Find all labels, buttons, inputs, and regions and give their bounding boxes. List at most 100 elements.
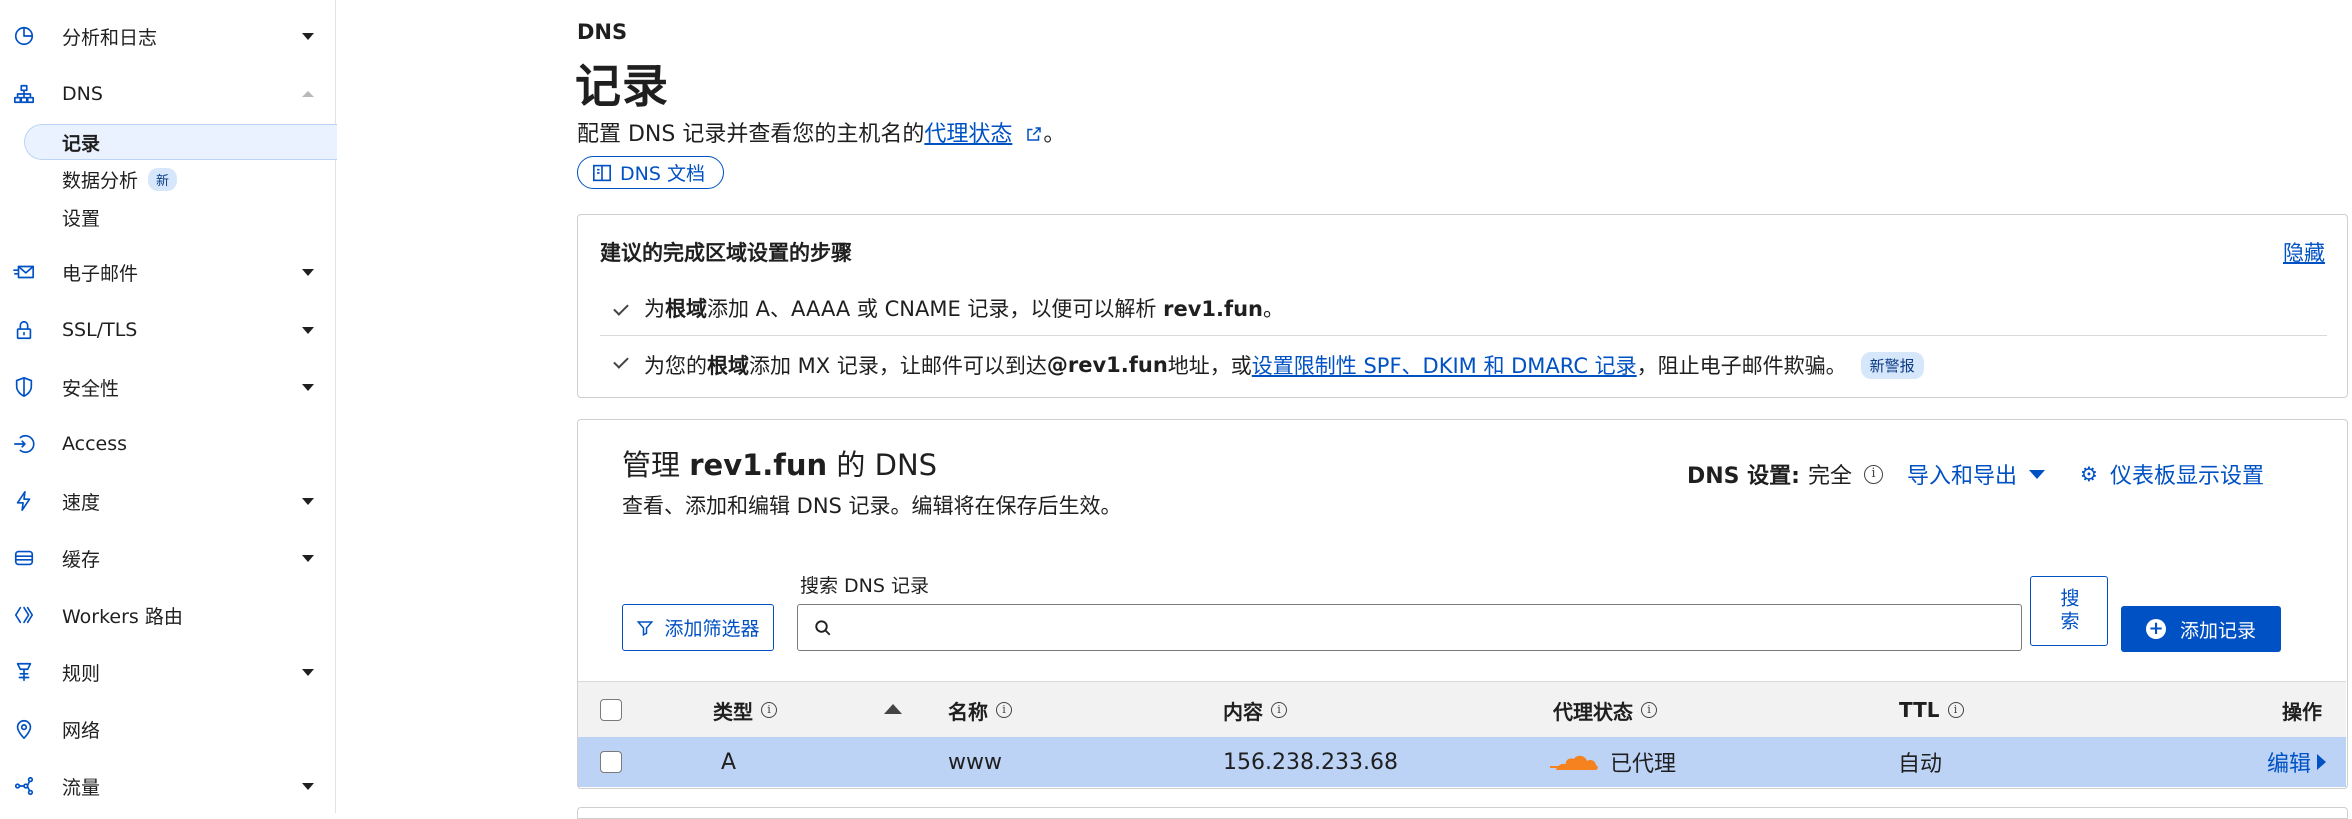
column-header-ttl[interactable]: TTL i <box>1899 682 1964 738</box>
sidebar-item-rules[interactable]: 规则 <box>0 648 336 696</box>
add-record-label: 添加记录 <box>2179 619 2256 642</box>
cell-content: 156.238.233.68 <box>1223 749 1398 775</box>
sidebar: 分析和日志 DNS 记录 数据分析新 设置 电子邮件 SSL/TLS 安全性 A… <box>0 0 337 813</box>
cell-proxy-status: 已代理 <box>1548 737 1676 787</box>
sidebar-item-security[interactable]: 安全性 <box>0 363 336 411</box>
bolt-icon <box>12 489 36 513</box>
plus-circle-icon: + <box>2145 619 2166 639</box>
dashboard-settings-label: 仪表板显示设置 <box>2109 464 2264 489</box>
sidebar-item-label: 安全性 <box>62 377 120 400</box>
sidebar-item-label: 规则 <box>62 662 101 685</box>
traffic-icon <box>12 774 36 798</box>
edit-label: 编辑 <box>2266 752 2311 777</box>
row-checkbox[interactable] <box>600 751 622 773</box>
sidebar-item-label: Workers 路由 <box>62 605 183 628</box>
sidebar-item-traffic[interactable]: 流量 <box>0 762 336 810</box>
filter-icon <box>637 620 654 636</box>
desc-text: 配置 DNS 记录并查看您的主机名的 <box>577 122 925 147</box>
chevron-down-icon <box>302 268 314 276</box>
column-header-type[interactable]: 类型 i <box>713 682 777 738</box>
column-header-name[interactable]: 名称 i <box>948 682 1012 738</box>
manager-title: 管理 rev1.fun 的 DNS <box>622 448 938 482</box>
import-export-dropdown[interactable]: 导入和导出 <box>1907 458 2046 490</box>
dns-docs-button[interactable]: DNS 文档 <box>577 156 724 189</box>
subitem-label: 数据分析 <box>62 169 139 192</box>
dns-management-card: 管理 rev1.fun 的 DNS 查看、添加和编辑 DNS 记录。编辑将在保存… <box>577 419 2348 789</box>
info-icon[interactable]: i <box>1864 464 1883 484</box>
sidebar-subitem-settings[interactable]: 设置 <box>62 199 100 235</box>
sidebar-item-email[interactable]: 电子邮件 <box>0 248 336 296</box>
column-header-proxy-status[interactable]: 代理状态 i <box>1553 682 1657 738</box>
checkmark-icon <box>613 353 629 369</box>
search-button-label: 搜索 <box>2057 588 2080 634</box>
sidebar-subitem-analytics[interactable]: 数据分析新 <box>62 161 178 197</box>
search-input[interactable] <box>797 604 2022 651</box>
proxy-status-text: 已代理 <box>1610 752 1677 777</box>
cell-ttl: 自动 <box>1898 752 1943 777</box>
sidebar-item-label: SSL/TLS <box>62 319 138 341</box>
chevron-down-icon <box>302 497 314 505</box>
select-all-checkbox[interactable] <box>600 699 622 721</box>
column-header-content[interactable]: 内容 i <box>1223 682 1287 738</box>
column-header-actions: 操作 <box>2282 699 2322 724</box>
info-icon: i <box>1271 702 1287 718</box>
add-filter-button[interactable]: 添加筛选器 <box>622 604 774 651</box>
workers-icon <box>12 603 36 627</box>
new-badge: 新 <box>148 167 178 191</box>
subitem-label: 设置 <box>62 207 101 230</box>
rules-icon <box>12 660 36 684</box>
page-title: 记录 <box>575 59 669 113</box>
new-alert-badge: 新警报 <box>1860 351 1924 379</box>
orange-cloud-icon <box>1550 755 1598 770</box>
sidebar-item-cache[interactable]: 缓存 <box>0 534 336 582</box>
sidebar-item-label: 缓存 <box>62 548 101 571</box>
info-icon: i <box>1641 702 1657 718</box>
next-card-edge <box>577 807 2348 819</box>
sidebar-item-label: 电子邮件 <box>62 262 139 285</box>
hide-link[interactable]: 隐藏 <box>2283 237 2325 267</box>
pie-chart-icon <box>12 24 36 48</box>
chevron-up-icon <box>302 91 314 97</box>
search-icon <box>815 619 831 635</box>
dns-setting-label: DNS 设置: <box>1687 464 1800 489</box>
info-icon: i <box>761 702 777 718</box>
dashboard-display-settings-button[interactable]: ⚙ 仪表板显示设置 <box>2080 458 2264 490</box>
info-icon: i <box>996 702 1012 718</box>
sidebar-subitem-records[interactable]: 记录 <box>62 124 100 160</box>
sidebar-item-dns[interactable]: DNS <box>0 70 336 118</box>
main-content: DNS 记录 配置 DNS 记录并查看您的主机名的代理状态 。 DNS 文档 建… <box>336 0 2352 819</box>
chevron-down-icon <box>302 668 314 676</box>
dns-setting-status: DNS 设置: 完全 i <box>1687 458 1883 490</box>
spf-dkim-dmarc-link[interactable]: 设置限制性 SPF、DKIM 和 DMARC 记录 <box>1252 350 1637 380</box>
sidebar-item-ssl[interactable]: SSL/TLS <box>0 306 336 354</box>
email-icon <box>12 260 36 284</box>
table-row[interactable]: A www 156.238.233.68 已代理 自动 编辑 <box>578 737 2346 787</box>
sidebar-item-speed[interactable]: 速度 <box>0 477 336 525</box>
gear-icon: ⚙ <box>2080 462 2098 486</box>
external-link-icon <box>1027 127 1042 141</box>
access-icon <box>12 432 36 456</box>
lock-icon <box>12 318 36 342</box>
eyebrow-label: DNS <box>577 20 628 44</box>
sidebar-item-workers-routes[interactable]: Workers 路由 <box>0 591 336 639</box>
search-label: 搜索 DNS 记录 <box>800 575 929 597</box>
subitem-label: 记录 <box>62 132 101 155</box>
dns-setting-value: 完全 <box>1807 464 1852 489</box>
caret-right-icon <box>2317 754 2326 770</box>
search-button[interactable]: 搜索 <box>2030 576 2108 646</box>
chevron-down-icon <box>302 32 314 40</box>
sidebar-item-analytics[interactable]: 分析和日志 <box>0 12 336 60</box>
edit-record-button[interactable]: 编辑 <box>2267 737 2326 787</box>
proxy-status-link[interactable]: 代理状态 <box>924 122 1012 147</box>
caret-down-icon <box>2029 469 2046 479</box>
add-filter-label: 添加筛选器 <box>664 618 760 640</box>
sort-ascending-icon[interactable] <box>884 704 902 714</box>
book-icon <box>593 164 611 181</box>
chevron-down-icon <box>302 326 314 334</box>
desc-suffix: 。 <box>1043 122 1066 147</box>
divider <box>600 335 2327 336</box>
add-record-button[interactable]: + 添加记录 <box>2121 606 2281 652</box>
chevron-down-icon <box>302 383 314 391</box>
sidebar-item-network[interactable]: 网络 <box>0 705 336 753</box>
sidebar-item-access[interactable]: Access <box>0 420 336 468</box>
